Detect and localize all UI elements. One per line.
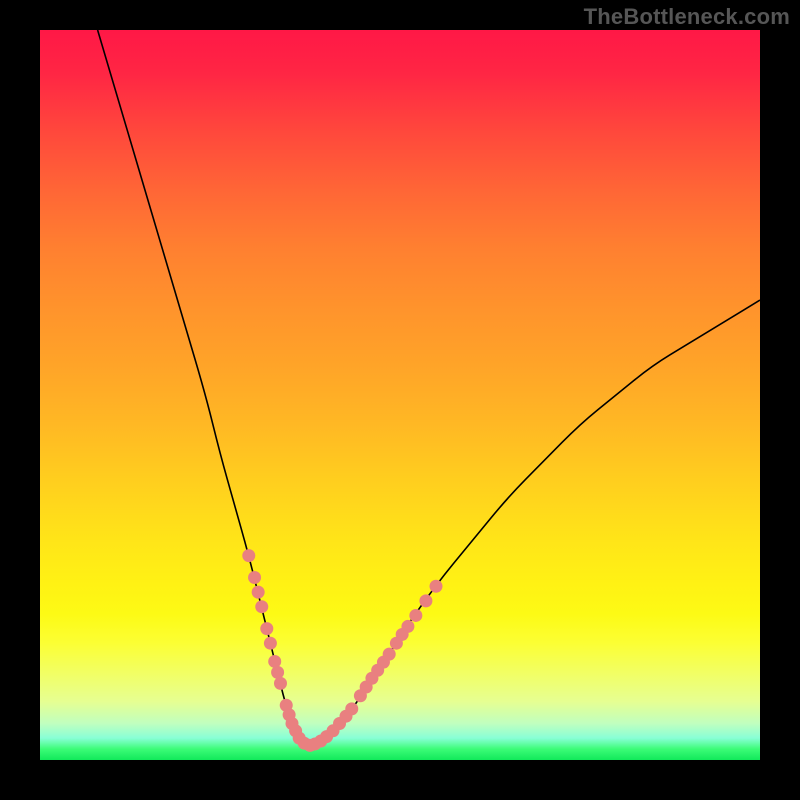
data-marker	[274, 677, 287, 690]
data-marker	[430, 580, 443, 593]
chart-svg	[40, 30, 760, 760]
data-marker	[401, 620, 414, 633]
data-marker	[252, 586, 265, 599]
data-marker	[248, 571, 261, 584]
bottleneck-curve	[98, 30, 760, 745]
watermark-text: TheBottleneck.com	[584, 4, 790, 30]
data-marker	[409, 609, 422, 622]
data-marker	[268, 655, 281, 668]
data-marker	[242, 549, 255, 562]
data-marker	[255, 600, 268, 613]
data-marker	[271, 666, 284, 679]
plot-area	[40, 30, 760, 760]
data-marker	[345, 702, 358, 715]
data-marker	[383, 648, 396, 661]
data-marker	[260, 622, 273, 635]
chart-frame: TheBottleneck.com	[0, 0, 800, 800]
data-marker	[419, 594, 432, 607]
data-marker	[264, 637, 277, 650]
